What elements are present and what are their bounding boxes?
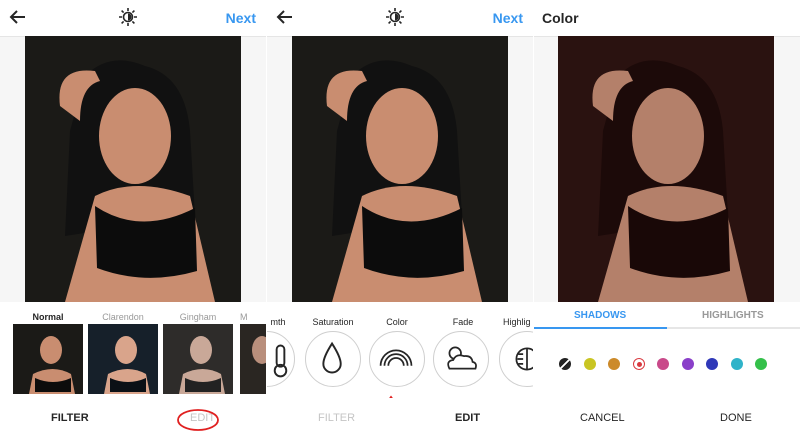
edit-screen: Next mth Saturation Color Fade Highlig F… <box>267 0 533 436</box>
color-swatch-1[interactable] <box>583 358 596 370</box>
color-swatch-3[interactable] <box>632 358 645 370</box>
bottom-actions: CANCEL DONE <box>534 398 800 436</box>
color-tray: SHADOWS HIGHLIGHTS <box>534 302 800 398</box>
top-bar: Next <box>0 0 266 37</box>
arrow-left-icon[interactable] <box>8 7 28 27</box>
next-button[interactable]: Next <box>493 10 523 26</box>
tool-label-color: Color <box>386 317 408 327</box>
top-bar: Next <box>267 0 533 37</box>
color-swatch-2[interactable] <box>608 358 620 370</box>
tab-filter[interactable]: FILTER <box>318 412 355 424</box>
cloud-sun-icon[interactable] <box>433 331 489 387</box>
page-title: Color <box>542 10 579 26</box>
annotation-circle <box>177 409 219 431</box>
color-swatch-6[interactable] <box>706 358 718 370</box>
rainbow-icon[interactable] <box>369 331 425 387</box>
lux-sun-icon[interactable] <box>118 7 138 27</box>
top-bar: Color <box>534 0 800 37</box>
tools-tray: mth Saturation Color Fade Highlig <box>267 302 533 428</box>
lux-sun-icon[interactable] <box>385 7 405 27</box>
color-swatch-5[interactable] <box>681 358 694 370</box>
arrow-left-icon[interactable] <box>275 7 295 27</box>
segment-highlights-underline <box>667 327 800 329</box>
filter-tray: Normal Clarendon Gingham M <box>0 302 266 398</box>
filter-label-clarendon: Clarendon <box>102 312 144 322</box>
done-button[interactable]: DONE <box>720 412 752 424</box>
tool-label-highlights: Highlig <box>503 317 531 327</box>
highlights-icon[interactable] <box>499 331 533 387</box>
tab-edit[interactable]: EDIT <box>455 412 480 424</box>
color-swatch-7[interactable] <box>730 358 743 370</box>
tool-label-saturation: Saturation <box>312 317 354 327</box>
filter-label-partial: M <box>240 312 248 322</box>
filter-label-normal: Normal <box>32 312 64 322</box>
segment-shadows[interactable]: SHADOWS <box>574 310 626 321</box>
filter-thumb-normal[interactable] <box>13 324 83 394</box>
tool-label-fade: Fade <box>452 317 474 327</box>
droplet-icon[interactable] <box>305 331 361 387</box>
photo-preview <box>292 36 508 302</box>
thermometer-icon[interactable] <box>267 331 295 387</box>
color-swatch-4[interactable] <box>657 358 669 370</box>
color-screen: Color SHADOWS HIGHLIGHTS CANCEL DONE <box>534 0 800 436</box>
cancel-button[interactable]: CANCEL <box>580 412 625 424</box>
photo-preview <box>25 36 241 302</box>
color-swatch-8[interactable] <box>755 358 767 370</box>
segment-shadows-underline <box>534 327 667 329</box>
filter-screen: Next Normal Clarendon Gingham M FILTER E… <box>0 0 266 436</box>
filter-label-gingham: Gingham <box>179 312 217 322</box>
filter-thumb-gingham[interactable] <box>163 324 233 394</box>
bottom-tabs: FILTER EDIT <box>0 398 266 436</box>
filter-thumb-partial[interactable] <box>240 324 266 394</box>
tool-label-warmth: mth <box>270 317 286 327</box>
next-button[interactable]: Next <box>226 10 256 26</box>
bottom-tabs: FILTER EDIT <box>267 398 533 436</box>
tab-filter[interactable]: FILTER <box>51 412 89 424</box>
color-swatch-0[interactable] <box>559 358 571 370</box>
photo-preview-tinted <box>558 36 774 302</box>
segment-highlights[interactable]: HIGHLIGHTS <box>702 310 764 321</box>
filter-thumb-clarendon[interactable] <box>88 324 158 394</box>
